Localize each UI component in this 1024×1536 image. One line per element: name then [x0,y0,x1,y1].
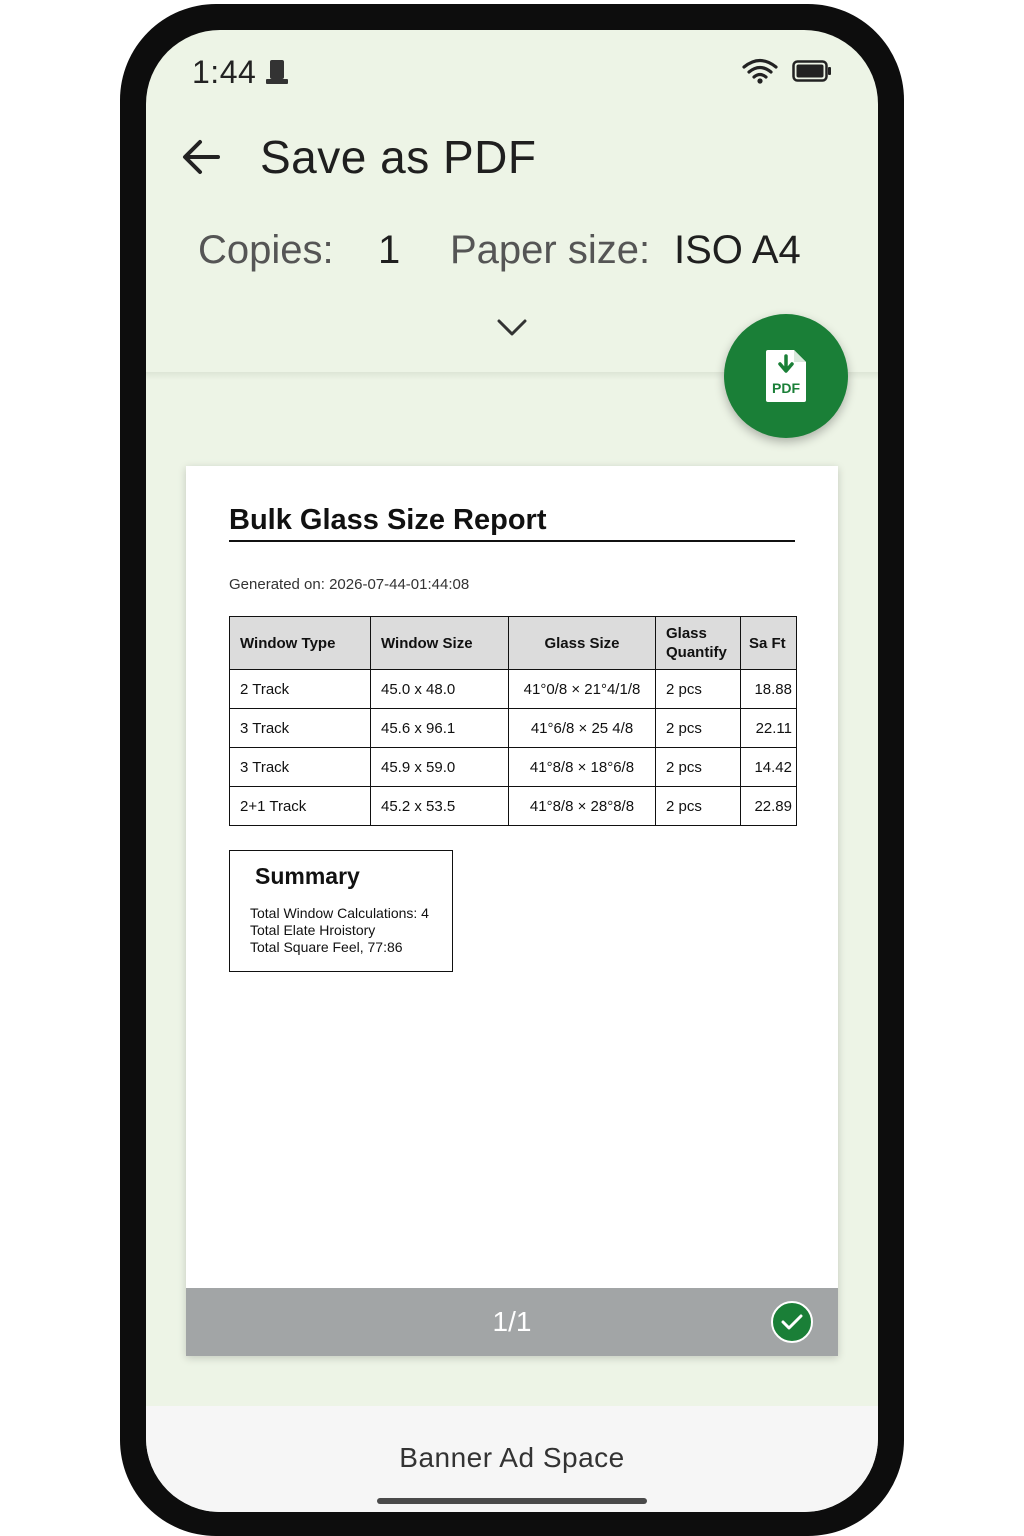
table-cell: 2 pcs [655,708,741,748]
table-cell: 22.11 [740,708,797,748]
banner-ad[interactable]: Banner Ad Space [146,1406,878,1512]
table-row: 2+1 Track 45.2 x 53.5 41°8/8 × 28°8/8 2 … [229,786,797,826]
summary-line: Total Window Calculations: 4 [250,905,429,921]
table-row: 3 Track 45.6 x 96.1 41°6/8 × 25 4/8 2 pc… [229,708,797,748]
table-cell: 45.6 x 96.1 [370,708,509,748]
column-header: Sa Ft [740,616,797,670]
table-cell: 18.88 [740,669,797,709]
table-cell: 41°8/8 × 28°8/8 [508,786,656,826]
table-cell: 2 pcs [655,786,741,826]
page-indicator: 1/1 [492,1306,532,1337]
table-cell: 22.89 [740,786,797,826]
table-cell: 41°0/8 × 21°4/1/8 [508,669,656,709]
table-cell: 45.0 x 48.0 [370,669,509,709]
table-header-row: Window Type Window Size Glass Size Glass… [229,616,797,670]
document-preview[interactable]: Bulk Glass Size Report Generated on: 202… [186,466,838,1356]
screen: 1:44 Save as PDF Copies: 1 Paper size: I… [146,30,878,1512]
banner-ad-text: Banner Ad Space [399,1442,625,1473]
pdf-fab-label: PDF [772,380,800,396]
table-cell: 41°6/8 × 25 4/8 [508,708,656,748]
title-divider [229,540,795,542]
column-header: Glass Quantify [655,616,741,670]
battery-icon [792,60,831,82]
table-cell: 45.2 x 53.5 [370,786,509,826]
table-row: 3 Track 45.9 x 59.0 41°8/8 × 18°6/8 2 pc… [229,747,797,787]
summary-line: Total Square Feel, 77:86 [250,939,403,955]
paper-size-label: Paper size: [450,228,651,272]
page-selected-checkbox[interactable] [771,1301,813,1343]
table-cell: 14.42 [740,747,797,787]
report-title: Bulk Glass Size Report [229,504,547,536]
generated-value: on: 2026-07-44-01:44:08 [299,576,470,593]
column-header: Window Type [229,616,371,670]
table-cell: 3 Track [229,747,371,787]
summary-title: Summary [255,863,360,889]
paper-size-value: ISO A4 [674,228,801,272]
table-row: 2 Track 45.0 x 48.0 41°0/8 × 21°4/1/8 2 … [229,669,797,709]
glass-size-table: Window Type Window Size Glass Size Glass… [229,616,797,826]
table-cell: 2+1 Track [229,786,371,826]
table-cell: 2 pcs [655,747,741,787]
copies-value: 1 [378,228,401,272]
table-cell: 2 pcs [655,669,741,709]
page-title: Save as PDF [260,131,537,183]
status-time: 1:44 [192,54,257,90]
column-header: Window Size [370,616,509,670]
checkmark-icon [781,1314,803,1330]
pdf-download-icon: PDF [766,350,806,402]
summary-line: Total Elate Hroistory [250,922,376,938]
page-footer: 1/1 [186,1288,838,1356]
generated-label: Generated [229,576,300,593]
sim-card-icon [266,60,288,84]
summary-box: Summary Total Window Calculations: 4 Tot… [229,850,453,972]
wifi-icon [742,58,778,84]
download-pdf-button[interactable]: PDF [724,314,848,438]
table-cell: 3 Track [229,708,371,748]
home-indicator[interactable] [377,1498,647,1504]
column-header: Glass Size [508,616,656,670]
generated-timestamp: Generated on: 2026-07-44-01:44:08 [229,576,469,593]
table-cell: 45.9 x 59.0 [370,747,509,787]
table-cell: 2 Track [229,669,371,709]
back-arrow-icon[interactable] [180,136,222,178]
chevron-down-icon[interactable] [496,316,528,338]
table-cell: 41°8/8 × 18°6/8 [508,747,656,787]
copies-label: Copies: [198,228,334,272]
